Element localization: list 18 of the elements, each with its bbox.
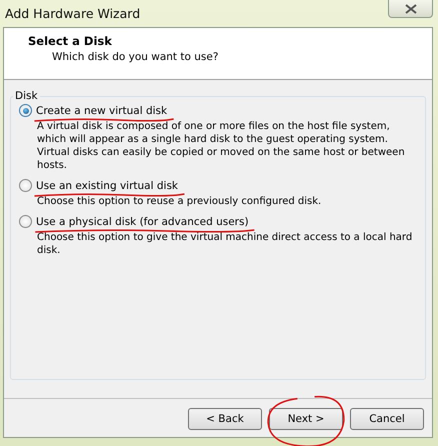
- option-description: Choose this option to give the virtual machine direct access to a local hard disk.: [37, 231, 414, 257]
- wizard-button[interactable]: Next >: [269, 408, 343, 430]
- option-label[interactable]: Use an existing virtual disk: [36, 180, 178, 192]
- close-button[interactable]: [388, 0, 433, 18]
- radio-button[interactable]: [19, 215, 32, 228]
- option-label[interactable]: Create a new virtual disk: [36, 104, 168, 116]
- window-title: Add Hardware Wizard: [4, 6, 140, 21]
- option-description: Choose this option to reuse a previously configured disk.: [37, 195, 322, 208]
- wizard-button[interactable]: < Back: [188, 408, 262, 430]
- group-title: Disk: [14, 90, 39, 102]
- radio-button[interactable]: [19, 179, 32, 192]
- wizard-button[interactable]: Cancel: [350, 408, 424, 430]
- option-label[interactable]: Use a physical disk (for advanced users): [36, 216, 249, 228]
- option-description: A virtual disk is composed of one or more files on the host file system, which will appear as a single hard disk to the guest operating system. Virtual disks can easily be copied or moved on the same host or between hosts.: [37, 120, 406, 172]
- page-subtitle: Which disk do you want to use?: [51, 51, 220, 63]
- radio-button[interactable]: [19, 104, 32, 117]
- page-heading: Select a Disk: [28, 34, 113, 48]
- close-icon: [404, 4, 416, 14]
